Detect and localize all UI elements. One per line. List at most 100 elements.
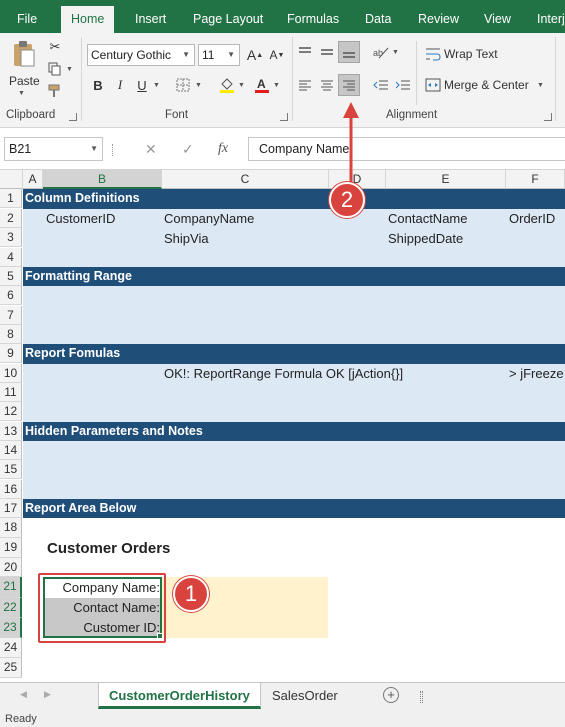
- scroll-left-icon[interactable]: ◀: [20, 689, 27, 700]
- column-header-c[interactable]: C: [162, 170, 329, 189]
- row-header[interactable]: 16: [0, 480, 22, 500]
- italic-icon[interactable]: I: [109, 74, 131, 96]
- merge-center-button[interactable]: Merge & Center: [444, 78, 529, 92]
- fill-dropdown-icon[interactable]: ▼: [238, 82, 245, 89]
- tab-data[interactable]: Data: [365, 0, 391, 33]
- column-header-a[interactable]: A: [23, 170, 43, 189]
- add-sheet-icon[interactable]: +: [383, 687, 399, 703]
- select-all-corner[interactable]: [0, 170, 23, 189]
- tab-file[interactable]: File: [17, 0, 37, 33]
- align-top-icon[interactable]: [294, 41, 316, 63]
- row-header[interactable]: 2: [0, 209, 22, 229]
- column-header-f[interactable]: F: [506, 170, 565, 189]
- paste-icon[interactable]: [10, 37, 38, 71]
- tab-formulas[interactable]: Formulas: [287, 0, 339, 33]
- row-header[interactable]: 8: [0, 325, 22, 345]
- tab-insert[interactable]: Insert: [135, 0, 166, 33]
- font-color-icon[interactable]: A: [251, 74, 273, 96]
- row-header[interactable]: 17: [0, 499, 22, 519]
- increase-font-icon[interactable]: A ▲: [244, 44, 266, 66]
- cell-c2[interactable]: CompanyName: [164, 209, 254, 228]
- row-header-selected[interactable]: 22: [0, 598, 22, 618]
- wrap-text-button[interactable]: Wrap Text: [444, 47, 498, 61]
- paste-dropdown-icon[interactable]: ▼: [18, 90, 25, 97]
- row-header[interactable]: 15: [0, 460, 22, 480]
- tab-review[interactable]: Review: [418, 0, 459, 33]
- align-bottom-icon[interactable]: [338, 41, 360, 63]
- format-painter-icon[interactable]: [44, 80, 66, 102]
- cell-c10[interactable]: OK!: ReportRange Formula OK [jAction{}]: [164, 364, 403, 383]
- underline-icon[interactable]: U: [131, 74, 153, 96]
- row-header[interactable]: 14: [0, 441, 22, 461]
- cell-c3[interactable]: ShipVia: [164, 229, 209, 248]
- decrease-indent-icon[interactable]: [370, 74, 392, 96]
- merge-center-icon[interactable]: [422, 74, 444, 96]
- row-header[interactable]: 25: [0, 658, 22, 678]
- row-header[interactable]: 20: [0, 558, 22, 578]
- name-box[interactable]: B21 ▼: [4, 137, 103, 161]
- row-header[interactable]: 9: [0, 344, 22, 364]
- clipboard-launcher-icon[interactable]: [69, 113, 77, 121]
- tab-home[interactable]: Home: [61, 6, 115, 33]
- orientation-dropdown-icon[interactable]: ▼: [392, 49, 399, 56]
- report-title[interactable]: Customer Orders: [47, 538, 170, 560]
- row-header[interactable]: 24: [0, 638, 22, 658]
- align-middle-icon[interactable]: [316, 41, 338, 63]
- row-header[interactable]: 5: [0, 267, 22, 287]
- column-header-b[interactable]: B: [43, 170, 162, 189]
- enter-icon[interactable]: ✓: [182, 141, 194, 158]
- row-header[interactable]: 10: [0, 364, 22, 384]
- borders-icon[interactable]: [172, 74, 194, 96]
- tab-page-layout[interactable]: Page Layout: [193, 0, 263, 33]
- cell-b2[interactable]: CustomerID: [46, 209, 115, 228]
- font-launcher-icon[interactable]: [280, 113, 288, 121]
- column-header-e[interactable]: E: [386, 170, 506, 189]
- row-header-selected[interactable]: 23: [0, 618, 22, 638]
- font-size-select[interactable]: 11 ▼: [198, 44, 240, 66]
- row-header[interactable]: 4: [0, 248, 22, 268]
- tab-interj[interactable]: Interj: [537, 0, 565, 33]
- alignment-launcher-icon[interactable]: [544, 113, 552, 121]
- worksheet-grid[interactable]: A B C D E F Column Definitions Formattin…: [0, 170, 565, 682]
- sheet-tab-customer-order-history[interactable]: CustomerOrderHistory: [98, 683, 261, 709]
- borders-dropdown-icon[interactable]: ▼: [195, 82, 202, 89]
- copy-dropdown-icon[interactable]: ▼: [66, 66, 73, 73]
- cell-f2[interactable]: OrderID: [509, 209, 555, 228]
- row-header-selected[interactable]: 21: [0, 577, 22, 598]
- cancel-icon[interactable]: ✕: [145, 141, 157, 158]
- row-header[interactable]: 18: [0, 518, 22, 538]
- fill-color-icon[interactable]: [216, 74, 238, 96]
- copy-icon[interactable]: [44, 58, 66, 80]
- row-header[interactable]: 3: [0, 228, 22, 248]
- insert-function-icon[interactable]: fx: [218, 141, 228, 157]
- row-header[interactable]: 7: [0, 306, 22, 326]
- align-center-icon[interactable]: [316, 74, 338, 96]
- wrap-text-icon[interactable]: [422, 43, 444, 65]
- increase-indent-icon[interactable]: [392, 74, 414, 96]
- align-left-icon[interactable]: [294, 74, 316, 96]
- cell-f10[interactable]: > jFreeze: [509, 364, 564, 383]
- font-color-dropdown-icon[interactable]: ▼: [273, 82, 280, 89]
- sheet-tab-sales-order[interactable]: SalesOrder: [262, 683, 348, 709]
- row-header[interactable]: 1: [0, 189, 22, 209]
- formula-input[interactable]: Company Name:: [248, 137, 565, 161]
- underline-dropdown-icon[interactable]: ▼: [153, 82, 160, 89]
- orientation-icon[interactable]: ab: [370, 41, 392, 63]
- row-header[interactable]: 19: [0, 538, 22, 558]
- decrease-font-icon[interactable]: A ▼: [266, 44, 288, 66]
- tab-split-handle[interactable]: [420, 691, 423, 703]
- paste-button[interactable]: Paste: [9, 74, 40, 88]
- cut-icon[interactable]: ✂: [44, 36, 66, 58]
- row-header[interactable]: 6: [0, 286, 22, 306]
- cell-e3[interactable]: ShippedDate: [388, 229, 463, 248]
- merge-dropdown-icon[interactable]: ▼: [537, 82, 544, 89]
- scroll-right-icon[interactable]: ▶: [44, 689, 51, 700]
- row-header[interactable]: 13: [0, 422, 22, 442]
- align-right-icon[interactable]: [338, 74, 360, 96]
- tab-view[interactable]: View: [484, 0, 511, 33]
- row-header[interactable]: 11: [0, 383, 22, 403]
- row-header[interactable]: 12: [0, 402, 22, 422]
- bold-icon[interactable]: B: [87, 74, 109, 96]
- cell-e2[interactable]: ContactName: [388, 209, 467, 228]
- font-family-select[interactable]: Century Gothic ▼: [87, 44, 195, 66]
